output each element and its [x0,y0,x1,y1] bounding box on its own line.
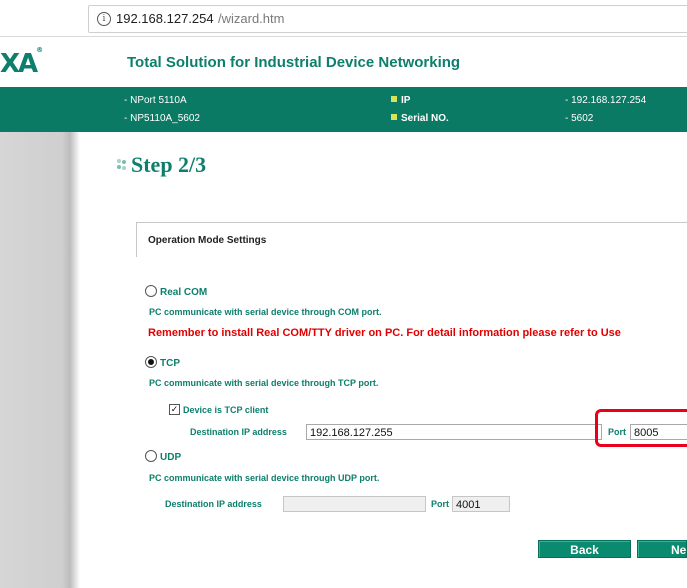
port-highlight-annotation [595,409,687,447]
tcp-client-checkbox[interactable]: ✓ [169,404,180,415]
tcp-radio[interactable] [145,356,157,368]
tcp-label[interactable]: TCP [160,358,180,369]
tcp-dest-ip-label: Destination IP address [190,427,287,437]
device-info-bar: - NPort 5110A - NP5110A_5602 IP Serial N… [0,87,687,132]
next-button[interactable]: Ne [637,540,687,558]
brand-logo-text: XA [0,49,38,79]
real-com-description: PC communicate with serial device throug… [149,307,382,317]
info-icon[interactable]: i [97,12,111,26]
real-com-radio[interactable] [145,285,157,297]
step-dots-icon [116,158,128,172]
back-button[interactable]: Back [538,540,631,558]
tcp-description: PC communicate with serial device throug… [149,378,379,388]
udp-radio[interactable] [145,450,157,462]
serial-value: - 5602 [565,113,594,124]
driver-warning: Remember to install Real COM/TTY driver … [148,327,621,339]
udp-port-label: Port [431,499,449,509]
real-com-label[interactable]: Real COM [160,287,207,298]
brand-logo: XA® [0,46,43,79]
step-title: Step 2/3 [131,152,206,178]
registered-mark: ® [36,46,43,55]
bullet-square-icon [391,114,397,120]
udp-port-input[interactable]: 4001 [452,496,510,512]
header-tagline: Total Solution for Industrial Device Net… [127,54,461,71]
url-field[interactable]: i 192.168.127.254 /wizard.htm [88,5,687,33]
server-name: - NP5110A_5602 [124,113,200,124]
tcp-dest-ip-input[interactable]: 192.168.127.255 [306,424,602,440]
browser-address-bar: i 192.168.127.254 /wizard.htm [0,0,687,37]
section-heading: Operation Mode Settings [136,222,687,257]
tcp-client-label[interactable]: Device is TCP client [183,405,268,415]
udp-dest-ip-input[interactable] [283,496,426,512]
ip-label-group: IP [391,95,410,106]
udp-description: PC communicate with serial device throug… [149,473,380,483]
bullet-square-icon [391,96,397,102]
url-host: 192.168.127.254 [116,11,214,26]
serial-label-group: Serial NO. [391,113,449,124]
ip-label: IP [401,95,411,106]
serial-label: Serial NO. [401,113,449,124]
model-name: - NPort 5110A [124,95,187,106]
udp-dest-ip-label: Destination IP address [165,499,262,509]
url-path: /wizard.htm [218,11,285,26]
udp-label[interactable]: UDP [160,452,181,463]
ip-value: - 192.168.127.254 [565,95,647,106]
step-title-text: Step 2/3 [131,152,207,177]
